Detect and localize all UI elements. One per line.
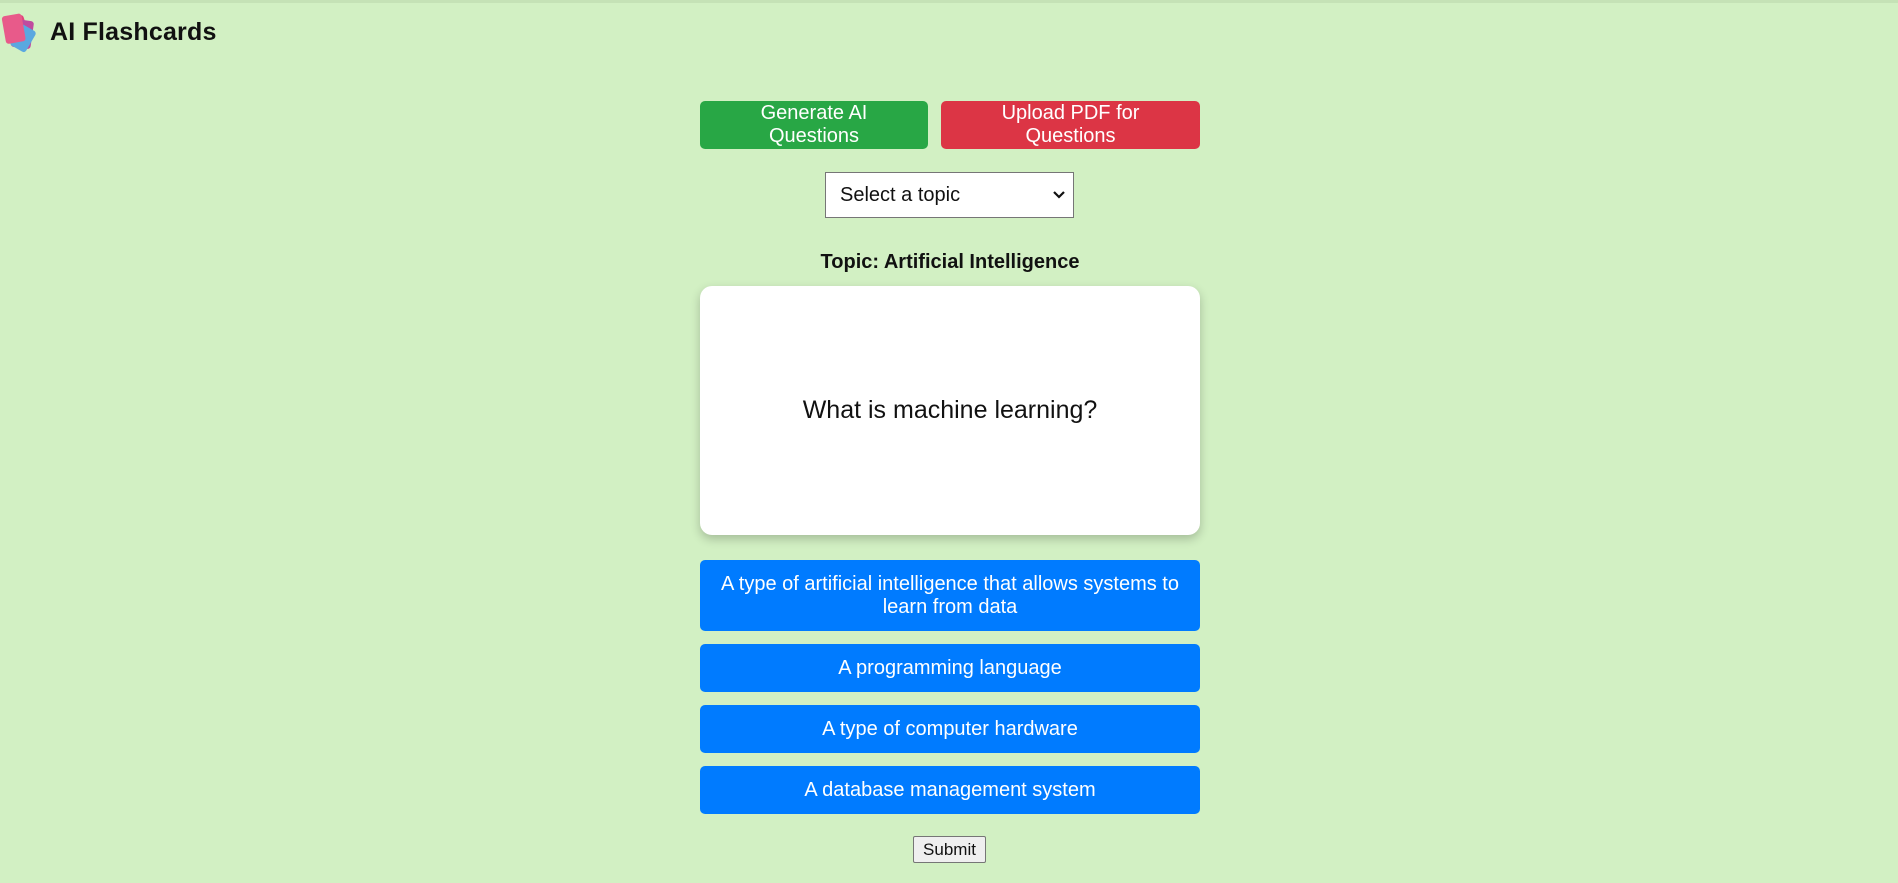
flashcard[interactable]: What is machine learning? — [700, 286, 1200, 535]
app-header: AI Flashcards — [0, 10, 217, 54]
submit-button[interactable]: Submit — [913, 836, 986, 863]
chevron-down-icon — [1049, 185, 1069, 205]
top-edge — [0, 0, 1898, 3]
answer-list: A type of artificial intelligence that a… — [700, 560, 1200, 827]
answer-option-3[interactable]: A type of computer hardware — [700, 705, 1200, 753]
topic-label: Topic: Artificial Intelligence — [820, 251, 1080, 273]
topic-select-value: Select a topic — [840, 183, 961, 206]
action-buttons: Generate AI Questions Upload PDF for Que… — [700, 101, 1200, 149]
generate-ai-questions-button[interactable]: Generate AI Questions — [700, 101, 928, 149]
topic-select[interactable]: Select a topic — [825, 172, 1074, 218]
answer-option-2[interactable]: A programming language — [700, 644, 1200, 692]
answer-option-1[interactable]: A type of artificial intelligence that a… — [700, 560, 1200, 631]
app-title: AI Flashcards — [50, 17, 217, 46]
flashcards-logo-icon — [0, 10, 40, 54]
upload-pdf-button[interactable]: Upload PDF for Questions — [941, 101, 1200, 149]
flashcard-question: What is machine learning? — [802, 396, 1098, 424]
answer-option-4[interactable]: A database management system — [700, 766, 1200, 814]
